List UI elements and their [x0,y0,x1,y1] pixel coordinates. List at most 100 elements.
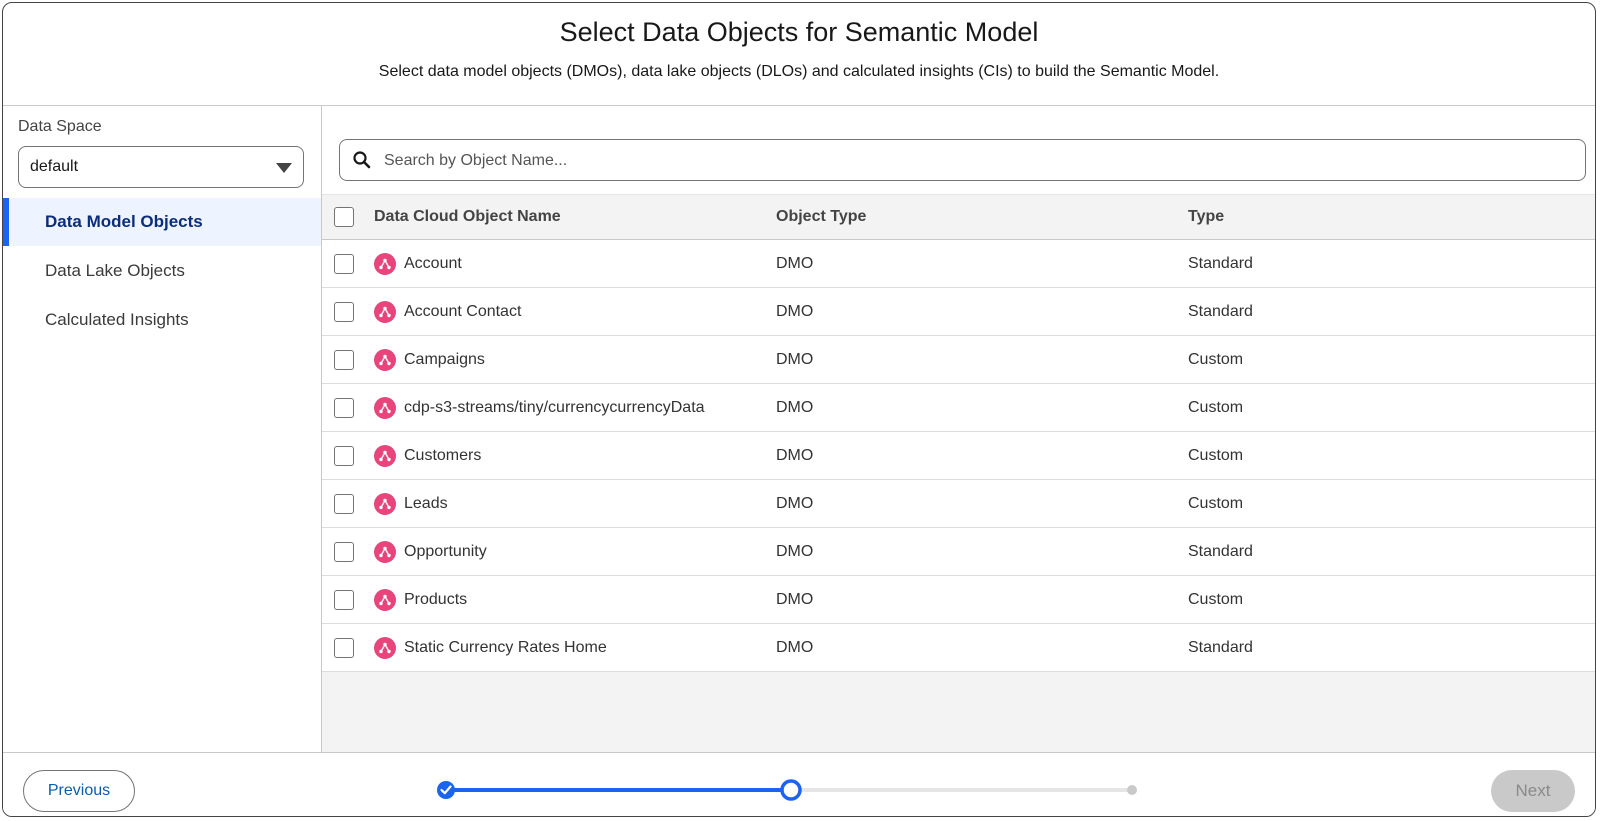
row-select-cell [322,479,362,528]
object-name: Account Contact [402,287,776,336]
row-icon-cell [362,287,402,336]
main-panel: Data Cloud Object Name Object Type Type … [322,106,1595,752]
progress-indicator [437,779,1137,801]
object-name: Opportunity [402,527,776,576]
table-row[interactable]: Opportunity DMO Standard [322,527,1595,576]
table-row[interactable]: cdp-s3-streams/tiny/currencycurrencyData… [322,383,1595,432]
row-select-cell [322,335,362,384]
header-select-cell [322,194,362,240]
table-row[interactable]: Customers DMO Custom [322,431,1595,480]
type: Standard [1188,527,1595,576]
row-checkbox[interactable] [334,493,354,514]
search-area [322,106,1595,194]
object-name: cdp-s3-streams/tiny/currencycurrencyData [402,383,776,432]
table-row[interactable]: Leads DMO Custom [322,479,1595,528]
table-row[interactable]: Products DMO Custom [322,575,1595,624]
table-header-row: Data Cloud Object Name Object Type Type [322,194,1595,240]
data-space-label: Data Space [18,118,102,135]
type: Custom [1188,431,1595,480]
column-header-name[interactable]: Data Cloud Object Name [362,194,776,240]
row-checkbox[interactable] [334,253,354,274]
type: Standard [1188,623,1595,672]
object-type: DMO [776,239,1188,288]
object-type: DMO [776,431,1188,480]
object-name: Leads [402,479,776,528]
type: Custom [1188,335,1595,384]
row-checkbox[interactable] [334,541,354,562]
data-model-object-icon [374,300,396,323]
row-checkbox[interactable] [334,349,354,370]
search-input[interactable] [382,140,1576,182]
step-current-icon[interactable] [780,779,802,801]
object-type: DMO [776,335,1188,384]
type: Custom [1188,575,1595,624]
row-icon-cell [362,623,402,672]
data-model-object-icon [374,348,396,371]
modal-footer: Previous Next [3,752,1595,816]
object-name: Account [402,239,776,288]
page-subtitle: Select data model objects (DMOs), data l… [378,63,1220,80]
row-icon-cell [362,575,402,624]
object-name: Static Currency Rates Home [402,623,776,672]
row-checkbox[interactable] [334,589,354,610]
previous-button[interactable]: Previous [23,770,135,812]
object-type: DMO [776,479,1188,528]
data-model-object-icon [374,588,396,611]
step-complete-icon[interactable] [437,781,455,799]
data-space-select[interactable]: default [18,146,304,188]
row-select-cell [322,239,362,288]
modal-header: Select Data Objects for Semantic Model S… [3,3,1595,106]
row-icon-cell [362,239,402,288]
row-icon-cell [362,527,402,576]
row-select-cell [322,623,362,672]
type: Custom [1188,479,1595,528]
caret-down-icon [276,163,292,173]
row-select-cell [322,431,362,480]
data-model-object-icon [374,540,396,563]
data-model-object-icon [374,492,396,515]
object-name: Campaigns [402,335,776,384]
row-checkbox[interactable] [334,397,354,418]
type: Standard [1188,239,1595,288]
next-button[interactable]: Next [1491,770,1575,812]
page-title: Select Data Objects for Semantic Model [559,17,1039,47]
object-type: DMO [776,623,1188,672]
row-checkbox[interactable] [334,445,354,466]
row-select-cell [322,527,362,576]
object-type: DMO [776,575,1188,624]
table-row[interactable]: Campaigns DMO Custom [322,335,1595,384]
search-icon [353,151,371,169]
row-icon-cell [362,335,402,384]
sidebar-item-data-model-objects[interactable]: Data Model Objects [3,198,321,246]
table-row[interactable]: Static Currency Rates Home DMO Standard [322,623,1595,672]
data-space-value: default [30,158,79,175]
data-model-object-icon [374,444,396,467]
object-name: Products [402,575,776,624]
object-name: Customers [402,431,776,480]
column-header-object-type[interactable]: Object Type [776,194,1188,240]
object-type: DMO [776,383,1188,432]
search-box[interactable] [339,139,1586,182]
column-header-type[interactable]: Type [1188,194,1595,240]
select-all-checkbox[interactable] [334,207,354,227]
column-header-name-label: Data Cloud Object Name [374,208,561,225]
row-select-cell [322,575,362,624]
row-checkbox[interactable] [334,301,354,322]
step-upcoming-icon[interactable] [1127,785,1137,795]
object-type: DMO [776,527,1188,576]
row-checkbox[interactable] [334,637,354,658]
table-row[interactable]: Account Contact DMO Standard [322,287,1595,336]
data-model-object-icon [374,252,396,275]
sidebar-item-calculated-insights[interactable]: Calculated Insights [3,296,321,344]
objects-table: Data Cloud Object Name Object Type Type … [322,194,1595,672]
row-icon-cell [362,431,402,480]
sidebar: Data Space default Data Model Objects Da… [3,106,322,752]
data-model-object-icon [374,636,396,659]
sidebar-item-data-lake-objects[interactable]: Data Lake Objects [3,247,321,295]
table-row[interactable]: Account DMO Standard [322,239,1595,288]
row-icon-cell [362,479,402,528]
data-model-object-icon [374,396,396,419]
object-type: DMO [776,287,1188,336]
row-select-cell [322,287,362,336]
type: Custom [1188,383,1595,432]
